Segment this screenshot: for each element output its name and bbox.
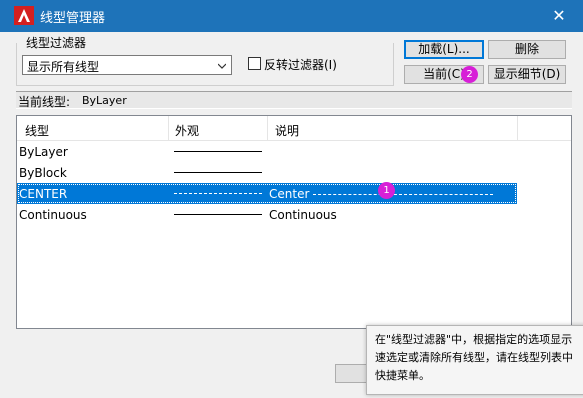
column-divider[interactable]: [168, 116, 169, 140]
current-linetype-label: 当前线型:: [18, 95, 71, 109]
linetype-name: ByBlock: [19, 166, 67, 180]
linetype-sample-solid: [174, 151, 262, 152]
column-header-appearance[interactable]: 外观: [175, 122, 199, 139]
linetype-list[interactable]: 线型 外观 说明 ByLayer ByBlock CENTER Center C…: [16, 115, 572, 329]
current-linetype-value: ByLayer: [82, 94, 127, 107]
linetype-sample-dashdot: [174, 193, 262, 194]
tooltip-line: 在"线型过滤器"中，根据指定的选项显示: [375, 333, 573, 346]
table-row[interactable]: ByLayer: [17, 141, 517, 162]
title-divider: [0, 31, 583, 32]
table-row[interactable]: ByBlock: [17, 162, 517, 183]
close-button[interactable]: ✕: [548, 5, 570, 27]
invert-filter-label: 反转过滤器(I): [264, 58, 337, 72]
tooltip-line: 快捷菜单。: [375, 369, 430, 382]
column-divider[interactable]: [517, 116, 518, 140]
linetype-name: ByLayer: [19, 145, 68, 159]
checkbox-box[interactable]: [248, 57, 261, 70]
annotation-badge-1: 1: [378, 182, 395, 199]
chevron-down-icon: [218, 63, 226, 69]
table-row-selected[interactable]: CENTER Center: [17, 183, 517, 204]
table-row[interactable]: Continuous Continuous: [17, 204, 517, 225]
show-details-button[interactable]: 显示细节(D): [488, 65, 566, 84]
help-tooltip: 在"线型过滤器"中，根据指定的选项显示 速选定或清除所有线型，请在线型列表中 快…: [366, 325, 583, 395]
delete-button[interactable]: 删除: [488, 40, 566, 59]
column-divider[interactable]: [267, 116, 268, 140]
window-title: 线型管理器: [40, 11, 106, 26]
filter-group-label: 线型过滤器: [24, 34, 89, 51]
linetype-description: Continuous: [269, 208, 337, 222]
autocad-logo-icon: [14, 6, 34, 25]
column-header-description[interactable]: 说明: [275, 122, 299, 139]
load-button[interactable]: 加载(L)...: [404, 40, 484, 59]
current-linetype-bar: 当前线型: ByLayer: [16, 91, 572, 109]
filter-dropdown-value: 显示所有线型: [27, 60, 100, 74]
linetype-name: CENTER: [19, 187, 68, 201]
linetype-description: Center: [269, 187, 310, 201]
title-bar: 线型管理器 ✕: [0, 0, 583, 31]
column-header-linetype[interactable]: 线型: [25, 122, 49, 139]
linetype-sample-solid: [174, 214, 262, 215]
linetype-name: Continuous: [19, 208, 87, 222]
list-header: 线型 外观 说明: [17, 116, 571, 141]
tooltip-line: 速选定或清除所有线型，请在线型列表中: [375, 351, 573, 364]
filter-dropdown[interactable]: 显示所有线型: [22, 55, 232, 75]
linetype-sample-solid: [174, 172, 262, 173]
description-pattern: [313, 194, 494, 195]
annotation-badge-2: 2: [461, 66, 478, 83]
